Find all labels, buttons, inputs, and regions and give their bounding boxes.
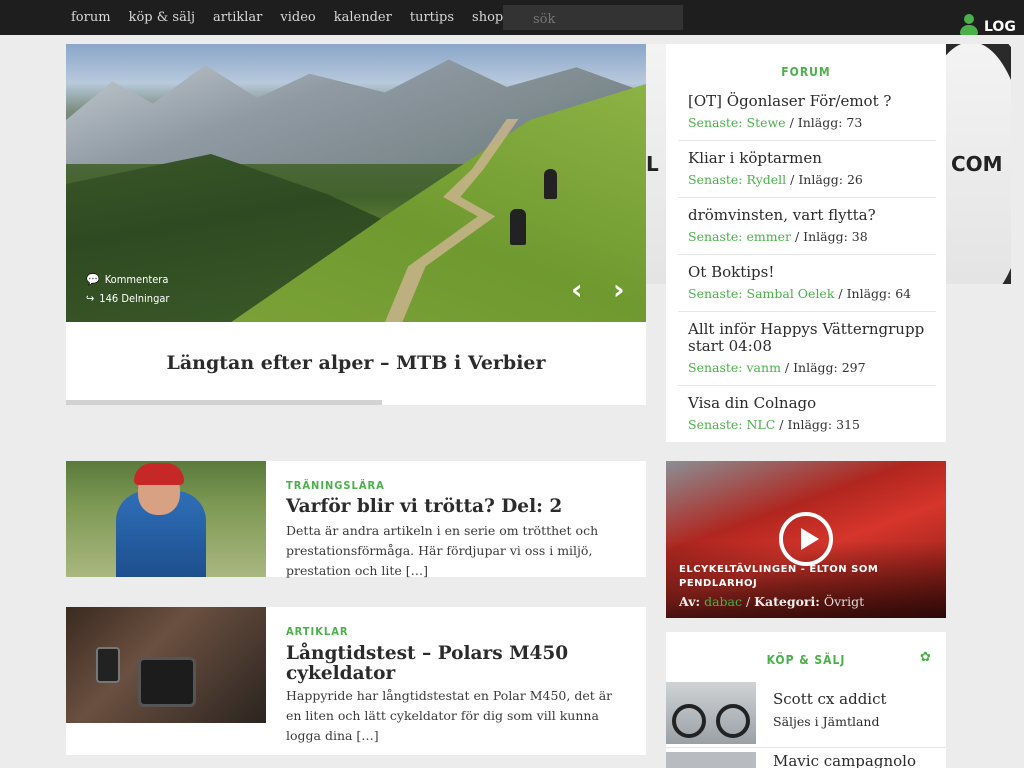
nav-turtips[interactable]: turtips xyxy=(410,10,454,25)
thread-title[interactable]: Ot Boktips! xyxy=(678,264,936,281)
login-label: LOG xyxy=(984,19,1016,35)
thread-meta: Senaste: emmer / Inlägg: 38 xyxy=(688,229,868,244)
comment-icon: 💬 xyxy=(86,273,100,286)
article-card[interactable]: TRÄNINGSLÄRA Varför blir vi trötta? Del:… xyxy=(66,461,646,578)
forum-thread[interactable]: Ot Boktips! Senaste: Sambal Oelek / Inlä… xyxy=(678,264,936,312)
forum-thread[interactable]: drömvinsten, vart flytta? Senaste: emmer… xyxy=(678,207,936,255)
thread-meta: Senaste: Sambal Oelek / Inlägg: 64 xyxy=(688,286,912,301)
shares-label: 146 Delningar xyxy=(99,292,170,305)
comment-label: Kommentera xyxy=(104,273,169,286)
forum-thread[interactable]: Visa din Colnago Senaste: NLC / Inlägg: … xyxy=(678,395,936,439)
user-icon xyxy=(958,14,980,36)
play-icon[interactable] xyxy=(779,512,833,566)
listing-thumbnail[interactable] xyxy=(666,752,756,768)
prev-slide-icon[interactable]: ‹ xyxy=(571,276,583,304)
forum-header: FORUM xyxy=(781,65,831,79)
nav-kalender[interactable]: kalender xyxy=(334,10,392,25)
thread-user[interactable]: vanm xyxy=(747,360,781,375)
article-thumbnail[interactable] xyxy=(66,461,266,577)
thread-title[interactable]: Visa din Colnago xyxy=(678,395,936,412)
video-card[interactable]: ELCYKELTÄVLINGEN - ELTON SOM PENDLARHOJ … xyxy=(666,461,946,618)
gear-icon[interactable]: ✿ xyxy=(920,650,931,665)
thread-meta: Senaste: NLC / Inlägg: 315 xyxy=(688,417,860,432)
thread-title[interactable]: Kliar i köptarmen xyxy=(678,150,936,167)
forum-thread[interactable]: Kliar i köptarmen Senaste: Rydell / Inlä… xyxy=(678,150,936,198)
thread-title[interactable]: [OT] Ögonlaser För/emot ? xyxy=(678,93,936,110)
forum-thread[interactable]: [OT] Ögonlaser För/emot ? Senaste: Stewe… xyxy=(678,93,936,141)
slide-progress-bar xyxy=(66,400,382,405)
thread-user[interactable]: NLC xyxy=(747,417,776,432)
video-category[interactable]: Övrigt xyxy=(824,594,864,609)
video-meta: Av: dabac / Kategori: Övrigt xyxy=(679,594,865,609)
nav-kop-salj[interactable]: köp & sälj xyxy=(129,10,195,25)
listing-title[interactable]: Scott cx addict xyxy=(773,690,887,708)
kop-salj-widget: KÖP & SÄLJ ✿ Scott cx addict Säljes i Jä… xyxy=(666,632,946,768)
thread-meta: Senaste: Rydell / Inlägg: 26 xyxy=(688,172,863,187)
forum-widget: FORUM [OT] Ögonlaser För/emot ? Senaste:… xyxy=(666,44,946,442)
article-category[interactable]: TRÄNINGSLÄRA xyxy=(286,479,385,492)
listing-title[interactable]: Mavic campagnolo xyxy=(773,752,916,768)
article-excerpt: Happyride har långtidstestat en Polar M4… xyxy=(286,688,613,743)
hero-rider xyxy=(544,169,557,199)
article-title[interactable]: Långtidstest – Polars M450 cykeldator xyxy=(286,644,626,684)
thread-title[interactable]: drömvinsten, vart flytta? xyxy=(678,207,936,224)
hero-slide-image[interactable]: 💬 Kommentera ↪ 146 Delningar ‹ › xyxy=(66,44,646,322)
hero-title[interactable]: Längtan efter alper – MTB i Verbier xyxy=(66,352,646,374)
thread-title[interactable]: Allt inför Happys Vätterngrupp start 04:… xyxy=(678,321,936,355)
thumb-device xyxy=(138,657,196,707)
article-card[interactable]: ARTIKLAR Långtidstest – Polars M450 cyke… xyxy=(66,607,646,755)
main-nav: forum köp & sälj artiklar video kalender… xyxy=(62,0,512,35)
share-link[interactable]: ↪ 146 Delningar xyxy=(86,292,170,305)
kop-salj-header: KÖP & SÄLJ xyxy=(766,653,846,667)
nav-artiklar[interactable]: artiklar xyxy=(213,10,262,25)
thread-user[interactable]: Stewe xyxy=(747,115,786,130)
thread-user[interactable]: emmer xyxy=(747,229,791,244)
top-navbar: forum köp & sälj artiklar video kalender… xyxy=(0,0,1024,35)
article-thumbnail[interactable] xyxy=(66,607,266,723)
comment-link[interactable]: 💬 Kommentera xyxy=(86,273,168,286)
thumb-device xyxy=(96,647,120,683)
nav-shop[interactable]: shop xyxy=(472,10,503,25)
hero-caption[interactable]: Längtan efter alper – MTB i Verbier xyxy=(66,322,646,405)
next-slide-icon[interactable]: › xyxy=(613,276,625,304)
article-excerpt: Detta är andra artikeln i en serie om tr… xyxy=(286,523,599,578)
article-title[interactable]: Varför blir vi trötta? Del: 2 xyxy=(286,497,626,517)
hero-rider xyxy=(510,209,526,245)
nav-video[interactable]: video xyxy=(280,10,315,25)
article-category[interactable]: ARTIKLAR xyxy=(286,625,348,638)
nav-forum[interactable]: forum xyxy=(71,10,111,25)
forum-thread[interactable]: Allt inför Happys Vätterngrupp start 04:… xyxy=(678,321,936,386)
ad-text-right: COM xyxy=(951,152,1003,176)
listing-item[interactable]: Scott cx addict Säljes i Jämtland xyxy=(666,682,946,748)
thumb-helmet xyxy=(134,463,184,485)
thread-user[interactable]: Rydell xyxy=(747,172,787,187)
listing-thumbnail[interactable] xyxy=(666,682,756,744)
listing-location: Säljes i Jämtland xyxy=(773,714,880,729)
thread-meta: Senaste: vanm / Inlägg: 297 xyxy=(688,360,866,375)
video-title[interactable]: ELCYKELTÄVLINGEN - ELTON SOM PENDLARHOJ xyxy=(679,563,939,591)
thread-meta: Senaste: Stewe / Inlägg: 73 xyxy=(688,115,863,130)
login-button[interactable]: LOG xyxy=(958,14,1016,38)
thread-user[interactable]: Sambal Oelek xyxy=(747,286,835,301)
video-author[interactable]: dabac xyxy=(704,594,742,609)
share-icon: ↪ xyxy=(86,292,95,305)
search-input[interactable] xyxy=(503,5,683,30)
ad-text-left: L xyxy=(646,152,659,176)
